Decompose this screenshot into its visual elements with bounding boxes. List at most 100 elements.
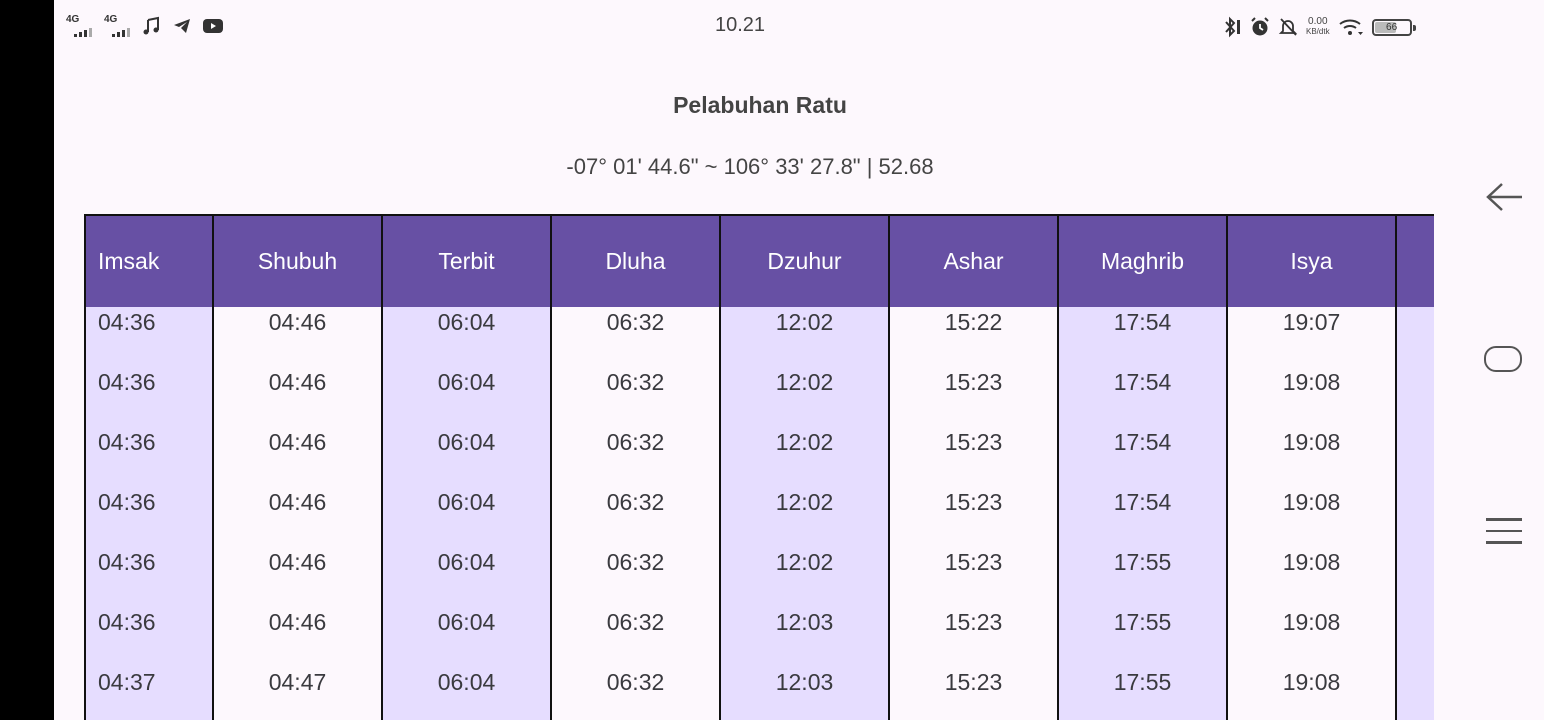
time-cell-maghrib: 17:55 <box>1113 548 1172 575</box>
time-cell-terbit: 06:04 <box>437 548 496 575</box>
column-header-maghrib: Maghrib <box>1100 248 1185 274</box>
time-cell-dzuhur: 12:02 <box>775 548 834 575</box>
time-cell-isya: 19:08 <box>1282 488 1341 515</box>
time-cell-ashar: 15:23 <box>944 488 1003 515</box>
column-header-dluha: Dluha <box>605 248 666 274</box>
column-divider <box>1057 214 1059 720</box>
time-cell-maghrib: 17:54 <box>1113 368 1172 395</box>
time-cell-terbit: 06:04 <box>437 668 496 695</box>
status-bar-right: 0.00 KB/dtk 66 <box>1222 12 1416 42</box>
time-cell-imsak: 04:37 <box>98 668 156 695</box>
time-cell-dluha: 06:32 <box>606 668 665 695</box>
prayer-times-table: Imsak Shubuh Terbit Dluha Dzuhur Ashar Maghrib… <box>84 214 1434 720</box>
column-divider <box>719 214 721 720</box>
time-cell-imsak: 04:36 <box>98 308 156 335</box>
table-row: 04:36 04:46 06:04 06:32 12:02 15:23 17:55 19:08 <box>84 547 1434 607</box>
table-row: 04:36 04:46 06:04 06:32 12:02 15:23 17:54 19:08 <box>84 427 1434 487</box>
time-cell-dzuhur: 12:03 <box>775 608 834 635</box>
net-speed-value: 0.00 <box>1308 16 1328 27</box>
menu-icon[interactable] <box>1486 518 1522 544</box>
time-cell-ashar: 15:23 <box>944 668 1003 695</box>
time-cell-ashar: 15:23 <box>944 608 1003 635</box>
table-row: 04:36 04:46 06:04 06:32 12:02 15:22 17:54 19:07 <box>84 307 1434 367</box>
time-cell-dzuhur: 12:02 <box>775 368 834 395</box>
time-cell-maghrib: 17:55 <box>1113 608 1172 635</box>
network-speed: 0.00 KB/dtk <box>1306 17 1330 37</box>
column-divider <box>888 214 890 720</box>
status-bar-left: 4G 4G <box>66 12 224 40</box>
column-header-shubuh: Shubuh <box>257 248 338 274</box>
table-row: 04:36 04:46 06:04 06:32 12:02 15:23 17:54 19:08 <box>84 367 1434 427</box>
column-header-isya: Isya <box>1290 248 1333 274</box>
time-cell-imsak: 04:36 <box>98 368 156 395</box>
time-cell-ashar: 15:22 <box>944 308 1003 335</box>
column-header-dzuhur: Dzuhur <box>767 248 842 274</box>
time-cell-shubuh: 04:46 <box>268 308 327 335</box>
time-cell-imsak: 04:36 <box>98 548 156 575</box>
net-speed-unit: KB/dtk <box>1306 27 1330 36</box>
signal-icon: 4G <box>104 15 132 37</box>
time-cell-dluha: 06:32 <box>606 488 665 515</box>
sim1-label: 4G <box>66 14 80 25</box>
location-title: Pelabuhan Ratu <box>673 92 847 118</box>
time-cell-terbit: 06:04 <box>437 608 496 635</box>
location-coordinates: -07° 01' 44.6" ~ 106° 33' 27.8" | 52.68 <box>566 154 934 179</box>
column-header-terbit: Terbit <box>438 248 495 274</box>
time-cell-shubuh: 04:46 <box>268 368 327 395</box>
alarm-icon <box>1251 17 1269 36</box>
column-divider <box>1226 214 1228 720</box>
time-cell-dluha: 06:32 <box>606 428 665 455</box>
battery-icon: 66 <box>1371 18 1416 36</box>
time-cell-dluha: 06:32 <box>606 608 665 635</box>
table-row: 04:37 04:47 06:04 06:32 12:03 15:23 17:55 19:08 <box>84 667 1434 720</box>
column-header-ashar: Ashar <box>943 248 1004 274</box>
time-cell-terbit: 06:04 <box>437 308 496 335</box>
time-cell-maghrib: 17:55 <box>1113 668 1172 695</box>
table-row: 04:36 04:46 06:04 06:32 12:03 15:23 17:55 19:08 <box>84 607 1434 667</box>
time-cell-terbit: 06:04 <box>437 488 496 515</box>
youtube-icon <box>203 19 223 33</box>
column-divider <box>1395 214 1397 720</box>
time-cell-imsak: 04:36 <box>98 488 156 515</box>
table-row: 04:36 04:46 06:04 06:32 12:02 15:23 17:54 19:08 <box>84 487 1434 547</box>
telegram-icon <box>174 19 190 33</box>
time-cell-dzuhur: 12:03 <box>775 668 834 695</box>
sim2-label: 4G <box>104 14 118 25</box>
column-header-imsak: Imsak <box>98 248 160 274</box>
music-note-icon <box>143 16 159 35</box>
time-cell-maghrib: 17:54 <box>1113 308 1172 335</box>
status-time: 10.21 <box>714 14 766 36</box>
signal-icon: 4G <box>66 15 94 37</box>
time-cell-isya: 19:07 <box>1282 308 1341 335</box>
time-cell-terbit: 06:04 <box>437 428 496 455</box>
time-cell-isya: 19:08 <box>1282 548 1341 575</box>
time-cell-dzuhur: 12:02 <box>775 308 834 335</box>
time-cell-shubuh: 04:46 <box>268 488 327 515</box>
time-cell-dluha: 06:32 <box>606 368 665 395</box>
left-black-bar <box>0 0 54 720</box>
bluetooth-icon <box>1225 16 1240 38</box>
time-cell-isya: 19:08 <box>1282 668 1341 695</box>
time-cell-dluha: 06:32 <box>606 308 665 335</box>
mute-notification-icon <box>1278 18 1298 36</box>
time-cell-maghrib: 17:54 <box>1113 428 1172 455</box>
time-cell-shubuh: 04:46 <box>268 428 327 455</box>
column-divider <box>550 214 552 720</box>
column-divider <box>212 214 214 720</box>
time-cell-imsak: 04:36 <box>98 608 156 635</box>
time-cell-shubuh: 04:46 <box>268 548 327 575</box>
time-cell-dzuhur: 12:02 <box>775 488 834 515</box>
time-cell-maghrib: 17:54 <box>1113 488 1172 515</box>
column-divider <box>381 214 383 720</box>
battery-level: 66 <box>1386 21 1398 33</box>
back-icon[interactable] <box>1484 180 1524 214</box>
time-cell-dzuhur: 12:02 <box>775 428 834 455</box>
home-icon[interactable] <box>1484 346 1522 372</box>
time-cell-dluha: 06:32 <box>606 548 665 575</box>
time-cell-shubuh: 04:47 <box>268 668 327 695</box>
time-cell-ashar: 15:23 <box>944 428 1003 455</box>
wifi-icon <box>1338 19 1363 35</box>
time-cell-terbit: 06:04 <box>437 368 496 395</box>
time-cell-isya: 19:08 <box>1282 608 1341 635</box>
time-cell-isya: 19:08 <box>1282 428 1341 455</box>
